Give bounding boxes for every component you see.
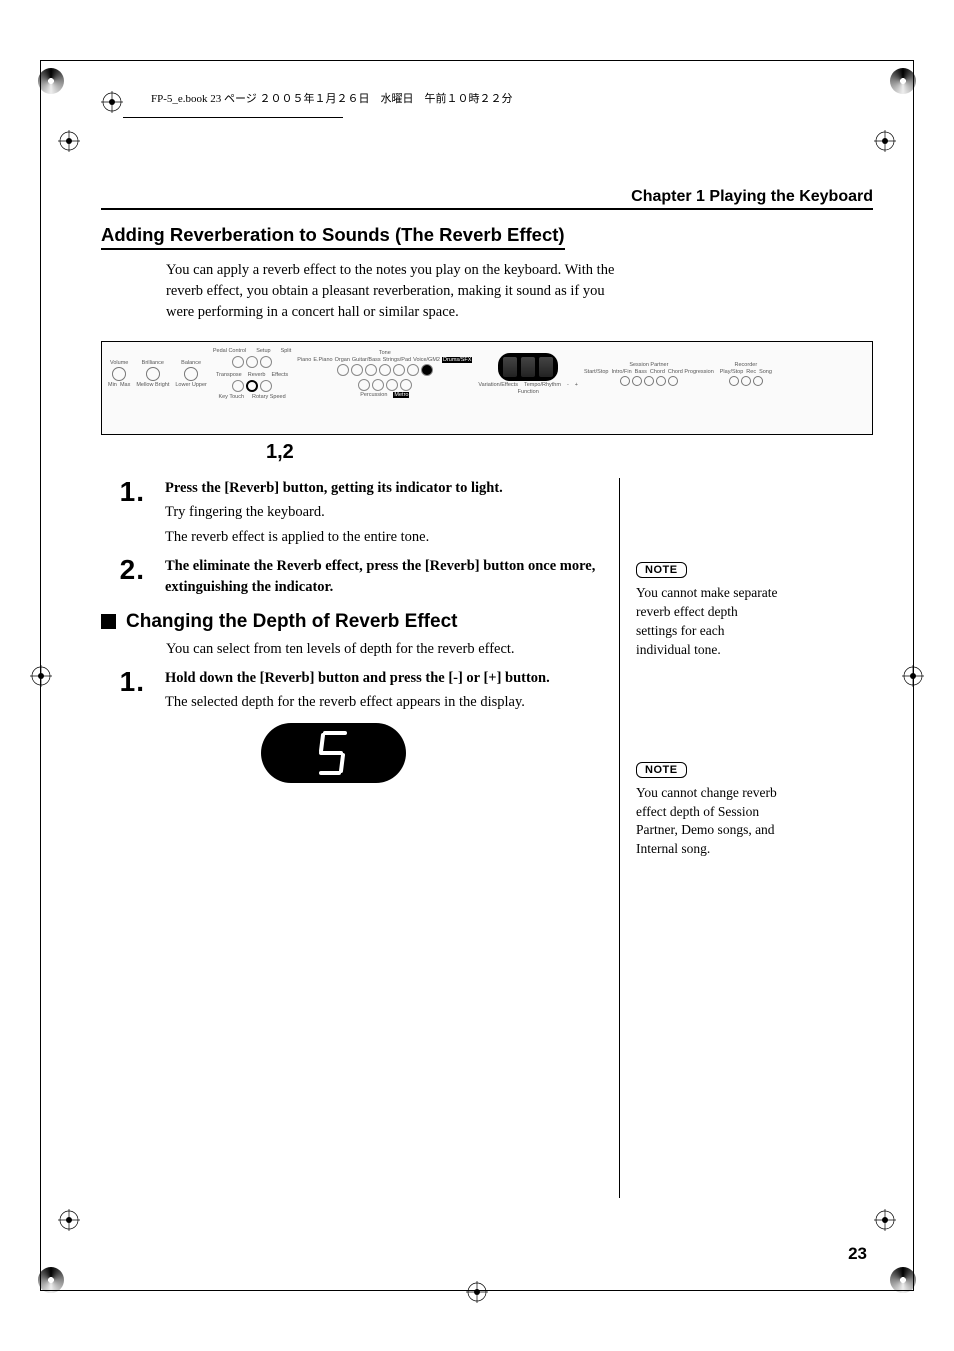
section-title: Adding Reverberation to Sounds (The Reve… [101,224,565,250]
step-heading: The eliminate the Reverb effect, press t… [165,556,601,597]
round-button-icon [668,376,678,386]
round-button-icon [421,364,433,376]
knob-icon [146,367,160,381]
page-frame: FP-5_e.book 23 ページ ２００５年１月２６日 水曜日 午前１０時２… [40,60,914,1291]
step-number: 1. [101,668,145,696]
round-button-icon [232,380,244,392]
round-button-icon [632,376,642,386]
step-heading: Press the [Reverb] button, getting its i… [165,478,601,498]
book-header-text: FP-5_e.book 23 ページ ２００５年１月２６日 水曜日 午前１０時２… [151,90,513,106]
label-rotary: Rotary Speed [252,394,286,400]
register-mark-icon [466,1281,488,1303]
label-volume: Volume [110,360,128,366]
round-button-icon [620,376,630,386]
seven-segment-icon [315,729,353,777]
display-icon [498,353,558,381]
round-button-icon [386,379,398,391]
square-bullet-icon [101,614,116,629]
label-split: Split [281,348,292,354]
book-header: FP-5_e.book 23 ページ ２００５年１月２６日 水曜日 午前１０時２… [101,91,873,113]
round-button-icon [260,356,272,368]
label-effects: Effects [271,372,288,378]
label-balance: Balance [181,360,201,366]
subsection-heading: Changing the Depth of Reverb Effect [101,611,601,633]
label-tone: Tone [379,350,391,356]
step-text: Try fingering the keyboard. [165,502,601,523]
register-mark-icon [30,665,52,687]
register-mark-icon [101,91,123,113]
step-text: The reverb effect is applied to the enti… [165,527,601,548]
side-column: NOTE You cannot make separate reverb eff… [619,478,779,1198]
note-1: NOTE You cannot make separate reverb eff… [636,560,779,660]
label-brilliance: Brilliance [142,360,164,366]
round-button-icon [656,376,666,386]
register-mark-icon [874,1209,896,1231]
main-column: 1. Press the [Reverb] button, getting it… [101,478,601,1198]
label-variation: Variation/Effects [478,382,518,388]
round-button-icon [644,376,654,386]
step-2: 2. The eliminate the Reverb effect, pres… [101,556,601,597]
label-keytouch: Key Touch [218,394,244,400]
label-recorder: Recorder [735,362,758,368]
round-button-icon [729,376,739,386]
sub-step-1: 1. Hold down the [Reverb] button and pre… [101,668,601,713]
round-button-icon [753,376,763,386]
step-1: 1. Press the [Reverb] button, getting it… [101,478,601,548]
knob-icon [184,367,198,381]
subsection-intro: You can select from ten levels of depth … [166,641,601,658]
label-setup: Setup [256,348,270,354]
round-button-icon [393,364,405,376]
round-button-icon [365,364,377,376]
round-button-icon [372,379,384,391]
register-mark-icon [58,1209,80,1231]
register-mark-icon [874,130,896,152]
round-button-icon [337,364,349,376]
note-badge: NOTE [636,562,687,578]
label-reverb: Reverb [248,372,266,378]
step-number: 2. [101,556,145,584]
label-tempo: Tempo/Rhythm [524,382,561,388]
step-heading: Hold down the [Reverb] button and press … [165,668,601,688]
note-badge: NOTE [636,762,687,778]
page-number: 23 [848,1244,867,1264]
note-2: NOTE You cannot change reverb effect dep… [636,760,779,860]
label-session: Session Partner [629,362,668,368]
step-text: The selected depth for the reverb effect… [165,692,601,713]
section-intro: You can apply a reverb effect to the not… [166,260,616,323]
chapter-rule [101,208,873,210]
display-value-graphic [261,723,406,783]
round-button-icon [246,356,258,368]
control-panel-diagram: VolumeMin Max BrillianceMellow Bright Ba… [101,341,873,435]
round-button-icon [351,364,363,376]
round-button-icon [260,380,272,392]
header-rule [123,117,343,118]
panel-caption: 1,2 [266,441,873,464]
round-button-icon [400,379,412,391]
label-pedal: Pedal Control [213,348,246,354]
round-button-icon [232,356,244,368]
note-text: You cannot change reverb effect depth of… [636,784,779,860]
label-transpose: Transpose [216,372,242,378]
chapter-title: Chapter 1 Playing the Keyboard [101,188,873,206]
label-function: Function [518,389,539,395]
register-mark-icon [58,130,80,152]
round-button-icon [741,376,751,386]
round-button-icon [358,379,370,391]
subsection-title: Changing the Depth of Reverb Effect [126,611,457,633]
knob-icon [112,367,126,381]
step-number: 1. [101,478,145,506]
round-button-icon [246,380,258,392]
round-button-icon [407,364,419,376]
round-button-icon [379,364,391,376]
register-mark-icon [902,665,924,687]
note-text: You cannot make separate reverb effect d… [636,584,779,660]
